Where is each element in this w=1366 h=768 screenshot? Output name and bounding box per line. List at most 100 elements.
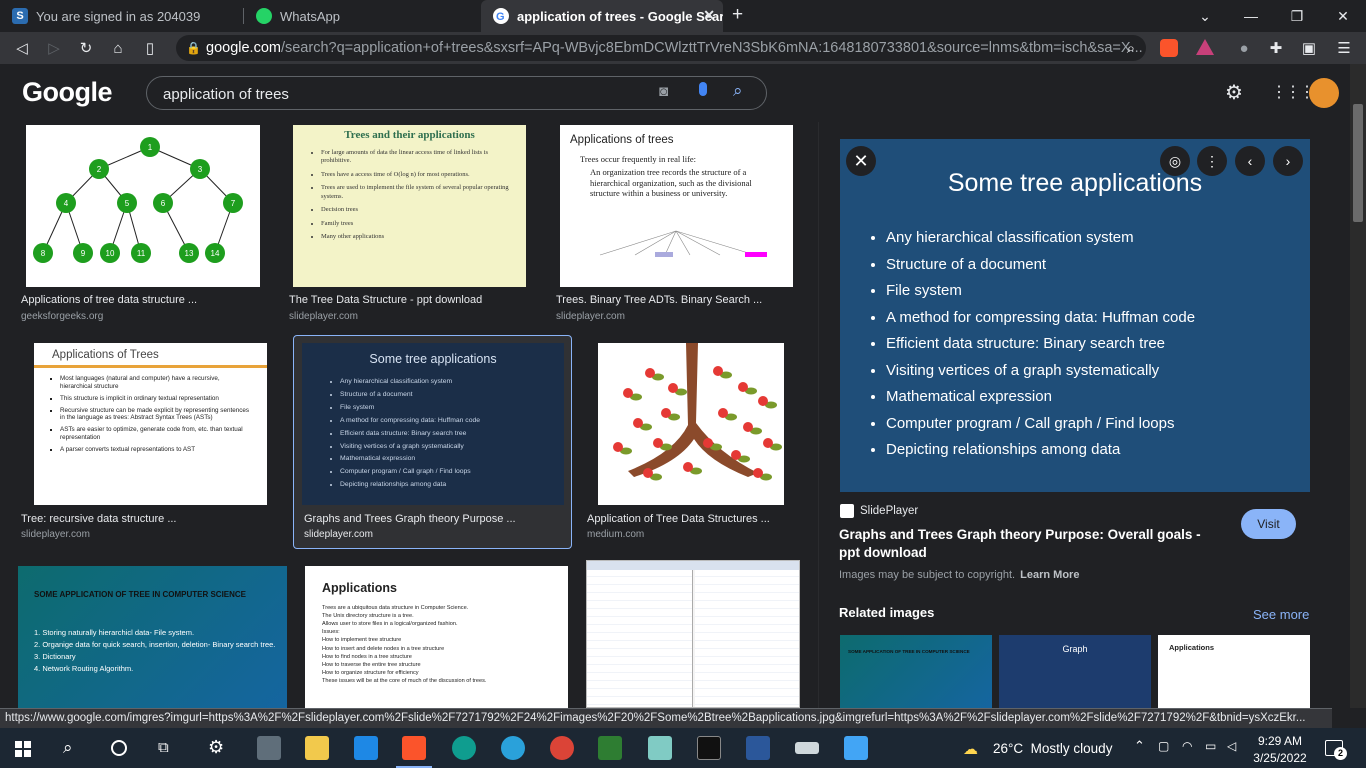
translate-icon[interactable] (598, 736, 622, 760)
wallet-icon[interactable]: ▣ (1293, 32, 1325, 64)
taskbar-search-icon[interactable]: ⌕ (63, 738, 73, 758)
weather-text[interactable]: 26°C Mostly cloudy (993, 741, 1112, 756)
notes-app-icon[interactable] (648, 736, 672, 760)
result-thumbnail[interactable]: Applications Trees are a ubiquitous data… (305, 566, 568, 708)
result-thumbnail[interactable]: 1 2 3 4 5 6 7 8 9 10 11 13 14 (26, 125, 260, 287)
brave-rewards-icon[interactable] (1196, 39, 1214, 55)
scrollbar[interactable] (1350, 64, 1366, 708)
avatar[interactable] (1309, 78, 1339, 108)
zoom-icon[interactable]: ⌕ (1115, 32, 1147, 64)
apps-icon[interactable]: ⋮⋮⋮ (1271, 82, 1315, 102)
maximize-icon[interactable]: ❐ (1274, 0, 1320, 32)
result-thumbnail[interactable] (586, 560, 800, 708)
result-thumbnail[interactable]: Applications of Trees Most languages (na… (34, 343, 267, 505)
extension-icon[interactable]: ● (1228, 32, 1260, 64)
volume-icon[interactable]: ◁ (1227, 739, 1236, 753)
window-close-icon[interactable]: ✕ (1320, 0, 1366, 32)
next-image-icon[interactable]: › (1273, 146, 1303, 176)
minimize-icon[interactable]: — (1228, 0, 1274, 32)
result-thumbnail[interactable]: Trees and their applications For large a… (293, 125, 526, 287)
calculator-icon[interactable] (257, 736, 281, 760)
see-more-link[interactable]: See more (1253, 607, 1309, 622)
home-icon[interactable]: ⌂ (102, 32, 134, 64)
search-icon[interactable]: ⌕ (733, 81, 743, 101)
drive-icon[interactable] (795, 742, 819, 754)
tab-search-icon[interactable]: ⌄ (1182, 0, 1228, 32)
list-item: 1. Storing naturally hierarchicl data- F… (34, 628, 195, 637)
visit-button[interactable]: Visit (1241, 509, 1296, 539)
fruit (613, 442, 623, 452)
back-icon[interactable]: ◁ (6, 32, 38, 64)
file-explorer-icon[interactable] (305, 736, 329, 760)
wifi-icon[interactable]: ◠ (1182, 739, 1192, 753)
terminal-icon[interactable] (697, 736, 721, 760)
result-title[interactable]: Tree: recursive data structure ... (21, 513, 271, 525)
result-title[interactable]: Applications of tree data structure ... (21, 294, 271, 306)
notification-count-badge: 2 (1334, 747, 1347, 760)
fruit (653, 438, 663, 448)
tab-signed-in[interactable]: S You are signed in as 204039 (0, 0, 243, 32)
meet-now-icon[interactable]: ▢ (1158, 739, 1169, 753)
camera-icon[interactable]: ◙ (659, 83, 668, 100)
related-images-heading: Related images (839, 605, 935, 620)
related-image[interactable]: Graph (999, 635, 1151, 708)
result-thumbnail[interactable]: Applications of trees Trees occur freque… (560, 125, 793, 287)
forward-icon[interactable]: ▷ (38, 32, 70, 64)
list-item: Many other applications (321, 233, 510, 241)
result-thumbnail[interactable] (598, 343, 784, 505)
settings-icon[interactable]: ⚙ (1225, 80, 1243, 105)
hidden-icons-chevron-icon[interactable]: ⌃ (1134, 738, 1145, 754)
task-view-icon[interactable]: ⧉ (158, 739, 169, 756)
new-tab-icon[interactable]: + (732, 4, 743, 26)
close-tab-icon[interactable]: ✕ (703, 7, 715, 24)
list-item: How to insert and delete nodes in a tree… (322, 645, 445, 652)
weather-icon: ☁ (963, 741, 978, 758)
bookmark-icon[interactable]: ▯ (134, 32, 166, 64)
google-logo[interactable]: Google (22, 77, 113, 108)
more-options-icon[interactable]: ⋮ (1197, 146, 1227, 176)
result-thumbnail[interactable]: SOME APPLICATION OF TREE IN COMPUTER SCI… (18, 566, 287, 708)
word-icon[interactable] (746, 736, 770, 760)
mic-icon[interactable] (699, 82, 707, 96)
search-input[interactable] (163, 83, 633, 105)
site-name[interactable]: SlidePlayer (860, 505, 918, 517)
list-item: Visiting vertices of a graph systematica… (886, 358, 1195, 385)
telegram-icon[interactable] (501, 736, 525, 760)
result-thumbnail[interactable]: Some tree applications Any hierarchical … (302, 343, 564, 505)
related-image[interactable]: Applications (1158, 635, 1310, 708)
menu-icon[interactable]: ☰ (1328, 32, 1360, 64)
photos-icon[interactable] (844, 736, 868, 760)
system-clock[interactable]: 9:29 AM 3/25/2022 (1250, 733, 1310, 767)
windows-start-icon[interactable] (15, 741, 31, 757)
preview-image[interactable]: Some tree applications Any hierarchical … (840, 139, 1310, 492)
cortana-icon[interactable] (111, 740, 127, 756)
link-status-bar: https://www.google.com/imgres?imgurl=htt… (0, 708, 1332, 728)
settings-app-icon[interactable]: ⚙ (208, 737, 224, 758)
lens-icon[interactable]: ◎ (1160, 146, 1190, 176)
list-item: Depicting relationships among data (886, 437, 1195, 464)
result-title[interactable]: The Tree Data Structure - ppt download (289, 294, 539, 306)
scrollbar-thumb[interactable] (1353, 104, 1363, 222)
vscode-icon[interactable] (354, 736, 378, 760)
close-preview-icon[interactable]: ✕ (846, 146, 876, 176)
result-title[interactable]: Trees. Binary Tree ADTs. Binary Search .… (556, 294, 801, 306)
fruit (703, 438, 713, 448)
related-image[interactable]: SOME APPLICATION OF TREE IN COMPUTER SCI… (840, 635, 992, 708)
result-title[interactable]: Application of Tree Data Structures ... (587, 513, 807, 525)
learn-more-link[interactable]: Learn More (1020, 569, 1079, 581)
result-title[interactable]: Graphs and Trees Graph theory Purpose ..… (304, 513, 564, 525)
edge-icon[interactable] (452, 736, 476, 760)
reload-icon[interactable]: ↻ (70, 32, 102, 64)
slide-title: SOME APPLICATION OF TREE IN COMPUTER SCI… (34, 590, 247, 599)
preview-title[interactable]: Graphs and Trees Graph theory Purpose: O… (839, 526, 1219, 562)
previous-image-icon[interactable]: ‹ (1235, 146, 1265, 176)
list-item: A parser converts textual representation… (60, 446, 253, 454)
brave-browser-icon[interactable] (402, 736, 426, 760)
brave-shield-icon[interactable] (1160, 39, 1178, 57)
tab-whatsapp[interactable]: WhatsApp (244, 0, 480, 32)
battery-icon[interactable]: ▭ (1205, 739, 1216, 753)
puzzle-icon[interactable]: ✚ (1260, 32, 1292, 64)
address-bar[interactable]: 🔒 google.com/search?q=application+of+tre… (176, 35, 1146, 61)
tab-google-images[interactable]: G application of trees - Google Sear ✕ (481, 0, 723, 32)
chrome-icon[interactable] (550, 736, 574, 760)
